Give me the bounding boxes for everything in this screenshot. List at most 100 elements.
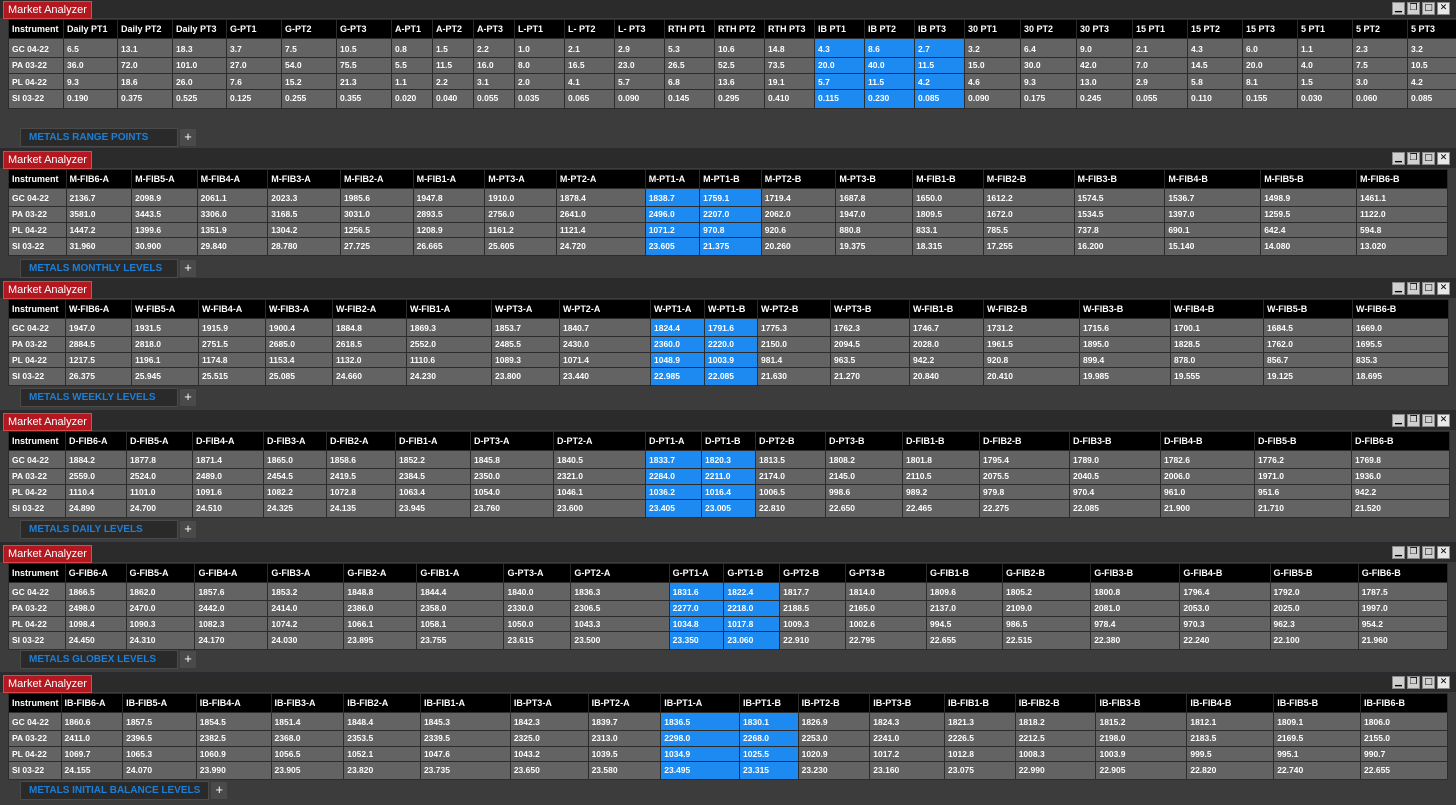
restore-button[interactable]: ❐ [1407, 676, 1420, 689]
column-header[interactable]: D-FIB6-A [65, 431, 127, 451]
value-cell[interactable]: 42.0 [1076, 56, 1133, 75]
value-cell[interactable]: 2277.0 [668, 599, 725, 617]
value-cell[interactable]: 5.5 [391, 56, 433, 75]
instrument-cell[interactable]: GC 04-22 [8, 318, 66, 337]
value-cell[interactable]: 5.7 [614, 72, 665, 91]
value-cell[interactable]: 29.840 [196, 237, 269, 256]
value-cell[interactable]: 1997.0 [1357, 599, 1449, 617]
column-header[interactable]: IB-PT2-A [587, 693, 662, 713]
value-cell[interactable]: 981.4 [757, 351, 831, 369]
value-cell[interactable]: 2211.0 [701, 467, 756, 485]
column-header[interactable]: IB PT1 [814, 19, 865, 39]
value-cell[interactable]: 2442.0 [194, 599, 269, 617]
column-header[interactable]: IB-FIB1-A [419, 693, 511, 713]
value-cell[interactable]: 54.0 [281, 56, 337, 75]
value-cell[interactable]: 1056.5 [270, 745, 345, 763]
column-header[interactable]: G-FIB6-A [64, 563, 127, 583]
value-cell[interactable]: 23.060 [723, 631, 781, 650]
column-header[interactable]: IB-PT2-B [797, 693, 871, 713]
value-cell[interactable]: 1082.2 [263, 483, 327, 501]
value-cell[interactable]: 1259.5 [1260, 205, 1358, 223]
value-cell[interactable]: 1865.0 [263, 450, 327, 469]
value-cell[interactable]: 1397.0 [1164, 205, 1262, 223]
instrument-column-header[interactable]: Instrument [8, 693, 62, 713]
value-cell[interactable]: 0.410 [764, 89, 815, 109]
value-cell[interactable]: 25.605 [484, 237, 557, 256]
column-header[interactable]: W-PT1-A [650, 299, 705, 319]
value-cell[interactable]: 2430.0 [559, 335, 651, 353]
instrument-cell[interactable]: GC 04-22 [8, 450, 66, 469]
column-header[interactable]: RTH PT1 [664, 19, 715, 39]
value-cell[interactable]: 1805.2 [1002, 582, 1092, 601]
value-cell[interactable]: 1047.6 [419, 745, 511, 763]
value-cell[interactable]: 1304.2 [267, 221, 341, 239]
value-cell[interactable]: 1217.5 [65, 351, 132, 369]
value-cell[interactable]: 23.650 [509, 761, 589, 780]
value-cell[interactable]: 995.1 [1273, 745, 1362, 763]
value-cell[interactable]: 8.1 [1242, 72, 1298, 91]
value-cell[interactable]: 2396.5 [122, 729, 197, 747]
value-cell[interactable]: 14.8 [764, 38, 815, 58]
value-cell[interactable]: 23.405 [645, 499, 702, 518]
column-header[interactable]: G-FIB5-B [1269, 563, 1359, 583]
value-cell[interactable]: 0.090 [964, 89, 1021, 109]
instrument-column-header[interactable]: Instrument [8, 563, 66, 583]
value-cell[interactable]: 856.7 [1263, 351, 1353, 369]
minimize-button[interactable]: ▁ [1392, 676, 1405, 689]
value-cell[interactable]: 4.2 [1407, 72, 1456, 91]
value-cell[interactable]: 1826.9 [797, 712, 871, 731]
value-cell[interactable]: 3581.0 [65, 205, 133, 223]
column-header[interactable]: L- PT3 [614, 19, 665, 39]
value-cell[interactable]: 942.2 [1351, 483, 1450, 501]
value-cell[interactable]: 11.5 [914, 56, 965, 75]
value-cell[interactable]: 21.375 [699, 237, 762, 256]
value-cell[interactable]: 23.160 [869, 761, 945, 780]
value-cell[interactable]: 2006.0 [1160, 467, 1255, 485]
column-header[interactable]: W-PT1-B [704, 299, 758, 319]
value-cell[interactable]: 22.820 [1186, 761, 1275, 780]
value-cell[interactable]: 2198.0 [1095, 729, 1188, 747]
value-cell[interactable]: 835.3 [1352, 351, 1449, 369]
table-row[interactable]: PL 04-22 1447.2 1399.6 1351.9 1304.2 1256.5 12… [8, 221, 1448, 239]
value-cell[interactable]: 1003.9 [1095, 745, 1188, 763]
value-cell[interactable]: 979.8 [979, 483, 1070, 501]
value-cell[interactable]: 16.200 [1073, 237, 1166, 256]
value-cell[interactable]: 23.990 [195, 761, 272, 780]
table-row[interactable]: SI 03-22 24.450 24.310 24.170 24.030 23.895 23… [8, 631, 1449, 650]
column-header[interactable]: G-PT2-A [570, 563, 670, 583]
value-cell[interactable]: 0.030 [1297, 89, 1353, 109]
table-row[interactable]: SI 03-22 24.890 24.700 24.510 24.325 24.135 23… [8, 499, 1450, 518]
value-cell[interactable]: 1650.0 [912, 188, 984, 207]
instrument-cell[interactable]: GC 04-22 [8, 712, 62, 731]
value-cell[interactable]: 2350.0 [470, 467, 554, 485]
value-cell[interactable]: 2188.5 [779, 599, 846, 617]
value-cell[interactable]: 0.110 [1187, 89, 1243, 109]
value-cell[interactable]: 2382.5 [195, 729, 272, 747]
instrument-cell[interactable]: SI 03-22 [8, 631, 66, 650]
value-cell[interactable]: 21.3 [336, 72, 392, 91]
value-cell[interactable]: 1048.9 [650, 351, 705, 369]
column-header[interactable]: 15 PT2 [1187, 19, 1243, 39]
value-cell[interactable]: 2485.5 [491, 335, 560, 353]
value-cell[interactable]: 2470.0 [125, 599, 196, 617]
value-cell[interactable]: 23.755 [416, 631, 505, 650]
value-cell[interactable]: 2641.0 [555, 205, 646, 223]
value-cell[interactable]: 2552.0 [406, 335, 492, 353]
value-cell[interactable]: 1848.4 [343, 712, 421, 731]
value-cell[interactable]: 1824.4 [650, 318, 705, 337]
close-button[interactable]: ✕ [1437, 152, 1450, 165]
column-header[interactable]: W-FIB5-A [131, 299, 199, 319]
close-button[interactable]: ✕ [1437, 282, 1450, 295]
table-row[interactable]: PA 03-22 2411.0 2396.5 2382.5 2368.0 2353.5 23… [8, 729, 1448, 747]
value-cell[interactable]: 2075.5 [979, 467, 1070, 485]
value-cell[interactable]: 3.2 [964, 38, 1021, 58]
value-cell[interactable]: 22.100 [1269, 631, 1359, 650]
instrument-cell[interactable]: SI 03-22 [8, 761, 62, 780]
restore-button[interactable]: ❐ [1407, 414, 1420, 427]
instrument-cell[interactable]: GC 04-22 [8, 582, 66, 601]
column-header[interactable]: G-FIB5-A [125, 563, 196, 583]
value-cell[interactable]: 1915.9 [198, 318, 266, 337]
value-cell[interactable]: 2040.5 [1069, 467, 1161, 485]
column-header[interactable]: L-PT1 [514, 19, 565, 39]
value-cell[interactable]: 27.0 [226, 56, 282, 75]
